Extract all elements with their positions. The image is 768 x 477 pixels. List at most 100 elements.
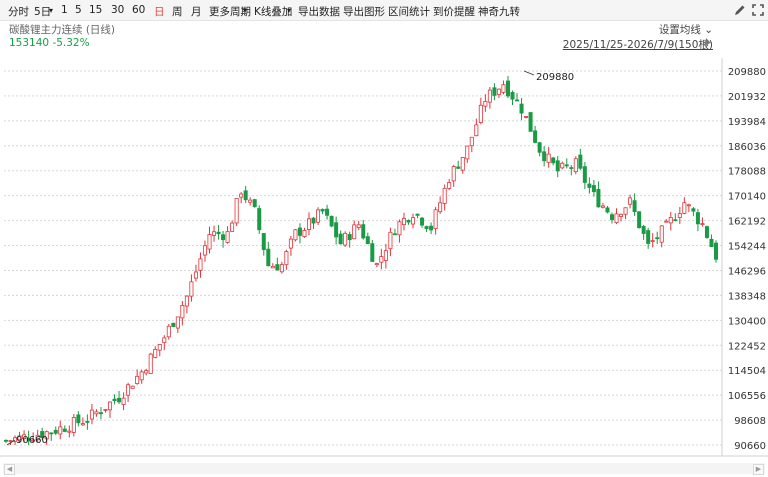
- candle-body[interactable]: [456, 166, 461, 169]
- candle-body[interactable]: [356, 224, 361, 228]
- candle-body[interactable]: [397, 221, 402, 236]
- candle-body[interactable]: [659, 225, 664, 243]
- candle-body[interactable]: [524, 116, 529, 118]
- candle-body[interactable]: [478, 104, 483, 123]
- candle-body[interactable]: [546, 153, 551, 163]
- candle-body[interactable]: [388, 231, 393, 250]
- candle-body[interactable]: [126, 384, 131, 396]
- candle-body[interactable]: [166, 325, 171, 338]
- candle-body[interactable]: [103, 408, 108, 411]
- candle-body[interactable]: [302, 230, 307, 237]
- candle-body[interactable]: [383, 250, 388, 261]
- candle-body[interactable]: [216, 231, 221, 235]
- candle-body[interactable]: [221, 234, 226, 241]
- candle-body[interactable]: [596, 189, 601, 208]
- candle-body[interactable]: [117, 397, 122, 403]
- candle-body[interactable]: [207, 234, 212, 250]
- candle-body[interactable]: [144, 370, 149, 374]
- candle-body[interactable]: [49, 432, 54, 435]
- candle-body[interactable]: [67, 430, 72, 433]
- candle-body[interactable]: [266, 248, 271, 267]
- candle-body[interactable]: [89, 409, 94, 420]
- candle-body[interactable]: [171, 322, 176, 327]
- candle-body[interactable]: [415, 213, 420, 216]
- candle-body[interactable]: [587, 183, 592, 188]
- candlestick-chart[interactable]: 209880 201932 193984 186036 178088 170140 1621…: [0, 0, 768, 477]
- candle-body[interactable]: [130, 385, 135, 389]
- candle-body[interactable]: [76, 414, 81, 424]
- candle-body[interactable]: [628, 197, 633, 205]
- candle-body[interactable]: [474, 124, 479, 137]
- candle-body[interactable]: [564, 164, 569, 167]
- candle-body[interactable]: [429, 225, 434, 231]
- candle-body[interactable]: [80, 423, 85, 426]
- candle-body[interactable]: [379, 256, 384, 263]
- candle-body[interactable]: [8, 440, 13, 443]
- candle-body[interactable]: [460, 157, 465, 171]
- candle-body[interactable]: [668, 217, 673, 224]
- candle-body[interactable]: [347, 234, 352, 241]
- candle-body[interactable]: [655, 237, 660, 240]
- candle-body[interactable]: [510, 92, 515, 100]
- candle-body[interactable]: [704, 226, 709, 238]
- candle-body[interactable]: [316, 209, 321, 223]
- candle-body[interactable]: [560, 162, 565, 169]
- candle-body[interactable]: [230, 222, 235, 232]
- candle-body[interactable]: [58, 426, 63, 435]
- candle-body[interactable]: [505, 80, 510, 97]
- candle-body[interactable]: [673, 219, 678, 222]
- candle-body[interactable]: [193, 271, 198, 279]
- candle-body[interactable]: [270, 265, 275, 269]
- candle-body[interactable]: [442, 187, 447, 204]
- candle-body[interactable]: [121, 397, 126, 405]
- candle-body[interactable]: [225, 231, 230, 243]
- candle-body[interactable]: [528, 112, 533, 132]
- candle-body[interactable]: [515, 99, 520, 102]
- candle-body[interactable]: [279, 264, 284, 273]
- candle-body[interactable]: [297, 227, 302, 236]
- candle-body[interactable]: [465, 145, 470, 160]
- candle-body[interactable]: [325, 208, 330, 216]
- candle-body[interactable]: [420, 217, 425, 226]
- candle-body[interactable]: [483, 101, 488, 107]
- candle-body[interactable]: [487, 89, 492, 103]
- candle-body[interactable]: [198, 258, 203, 271]
- candle-body[interactable]: [374, 263, 379, 266]
- candle-body[interactable]: [682, 202, 687, 214]
- candle-body[interactable]: [261, 233, 266, 250]
- candle-body[interactable]: [334, 222, 339, 238]
- candle-body[interactable]: [447, 182, 452, 189]
- candle-body[interactable]: [401, 217, 406, 226]
- candle-body[interactable]: [338, 233, 343, 245]
- candle-body[interactable]: [496, 88, 501, 95]
- candle-body[interactable]: [537, 142, 542, 153]
- candle-body[interactable]: [619, 213, 624, 217]
- candle-body[interactable]: [202, 245, 207, 256]
- candle-body[interactable]: [252, 199, 257, 207]
- chart-scrollbar[interactable]: ◀ ▶: [3, 463, 765, 475]
- candle-body[interactable]: [406, 219, 411, 223]
- candle-body[interactable]: [306, 218, 311, 230]
- candle-body[interactable]: [4, 439, 9, 442]
- candle-body[interactable]: [691, 208, 696, 212]
- candle-body[interactable]: [234, 198, 239, 224]
- candle-body[interactable]: [641, 226, 646, 234]
- candle-body[interactable]: [677, 213, 682, 218]
- candle-body[interactable]: [700, 223, 705, 226]
- candle-body[interactable]: [650, 240, 655, 242]
- candle-body[interactable]: [438, 202, 443, 213]
- candle-body[interactable]: [94, 411, 99, 415]
- candle-body[interactable]: [519, 103, 524, 114]
- candle-body[interactable]: [320, 208, 325, 212]
- candle-body[interactable]: [605, 207, 610, 213]
- candle-body[interactable]: [551, 157, 556, 164]
- candle-body[interactable]: [189, 281, 194, 297]
- candle-body[interactable]: [600, 205, 605, 208]
- candle-body[interactable]: [632, 200, 637, 213]
- candle-body[interactable]: [153, 349, 158, 358]
- candle-body[interactable]: [370, 243, 375, 262]
- candle-body[interactable]: [695, 212, 700, 225]
- candle-body[interactable]: [569, 167, 574, 169]
- candle-body[interactable]: [53, 429, 58, 434]
- candle-body[interactable]: [361, 224, 366, 239]
